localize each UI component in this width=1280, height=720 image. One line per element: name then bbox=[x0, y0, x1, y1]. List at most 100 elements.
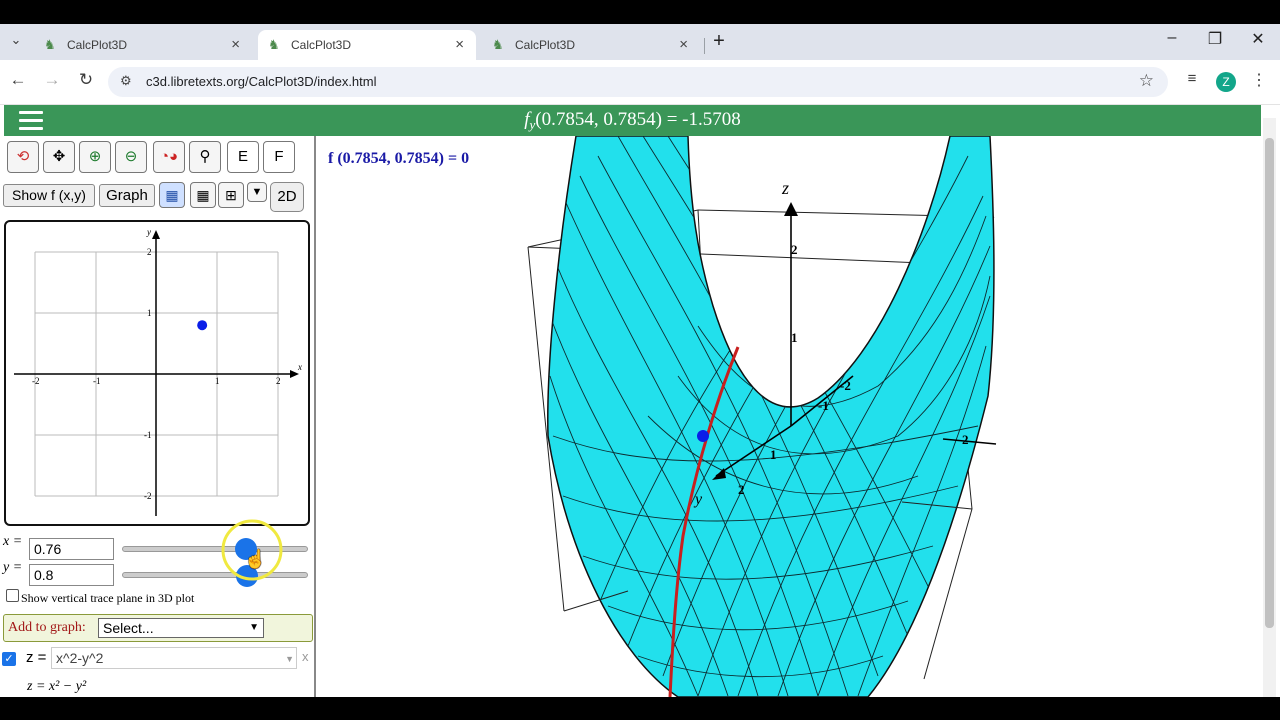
y-tick-label: -2 bbox=[144, 491, 152, 501]
remove-surface-button[interactable]: x bbox=[302, 649, 309, 664]
add-to-graph-select[interactable]: Select... ▼ bbox=[98, 618, 264, 638]
close-window-button[interactable]: ✕ bbox=[1243, 29, 1273, 49]
profile-avatar[interactable]: Z bbox=[1216, 72, 1236, 92]
restore-button[interactable]: ❐ bbox=[1200, 29, 1230, 49]
new-tab-button[interactable]: + bbox=[704, 30, 734, 53]
minimize-button[interactable]: – bbox=[1157, 29, 1187, 47]
magnifier-icon[interactable]: ⚲ bbox=[189, 141, 221, 173]
surface-plot-svg[interactable]: z 2 1 y 1 2 -1 -2 2 bbox=[318, 136, 1262, 697]
surface-formula-display: z = x² − y² bbox=[27, 679, 87, 694]
e-button[interactable]: E bbox=[227, 141, 259, 173]
x-tick-label: -1 bbox=[93, 376, 101, 386]
reload-icon[interactable]: ↻ bbox=[74, 70, 98, 90]
function-value-readout: f (0.7854, 0.7854) = 0 bbox=[328, 150, 470, 167]
address-bar[interactable]: ⚙ c3d.libretexts.org/CalcPlot3D/index.ht… bbox=[108, 67, 1168, 97]
calcplot-favicon-icon: ♞ bbox=[492, 37, 504, 52]
x-tick-label: -2 bbox=[840, 378, 851, 393]
y-tick-label: 2 bbox=[147, 247, 152, 257]
tab-2-active[interactable]: ♞ CalcPlot3D × bbox=[258, 30, 476, 60]
y-tick-label: 1 bbox=[770, 447, 777, 462]
plot-3d-canvas[interactable]: f (0.7854, 0.7854) = 0 z 2 1 y 1 2 -1 -2… bbox=[318, 136, 1262, 697]
tab-search-chevron-icon[interactable]: ⌄ bbox=[4, 32, 28, 48]
saddle-surface[interactable] bbox=[547, 136, 995, 697]
browser-window: ⌄ ♞ CalcPlot3D × ♞ CalcPlot3D × ♞ CalcPl… bbox=[0, 24, 1280, 697]
calcplot3d-page: fy(0.7854, 0.7854) = -1.5708 ⟲ ✥ ⊕ ⊖ ◔◕ … bbox=[0, 105, 1280, 697]
surface-expression-value: x^2-y^2 bbox=[56, 650, 104, 666]
3d-glasses-icon[interactable]: ◔◕ bbox=[153, 141, 185, 173]
reset-view-icon[interactable]: ⟲ bbox=[7, 141, 39, 173]
x-tick-label: 2 bbox=[962, 432, 969, 447]
y-tick-label: 2 bbox=[738, 482, 745, 497]
2d-mode-button[interactable]: 2D bbox=[270, 182, 304, 212]
calcplot-favicon-icon: ♞ bbox=[268, 37, 280, 52]
z-axis-arrow-icon bbox=[784, 202, 798, 216]
x-tick-label: 1 bbox=[215, 376, 220, 386]
grid-dropdown-icon[interactable]: ▼ bbox=[247, 182, 267, 202]
browser-toolbar: ← → ↻ ⚙ c3d.libretexts.org/CalcPlot3D/in… bbox=[0, 60, 1280, 105]
show-fxy-button[interactable]: Show f (x,y) bbox=[3, 184, 95, 207]
z-tick-label: 2 bbox=[791, 242, 798, 257]
forward-arrow-icon[interactable]: → bbox=[40, 70, 64, 90]
add-to-graph-label: Add to graph: bbox=[8, 620, 86, 635]
tab-close-icon[interactable]: × bbox=[455, 36, 464, 53]
app-header-bar: fy(0.7854, 0.7854) = -1.5708 bbox=[4, 105, 1261, 136]
url-text[interactable]: c3d.libretexts.org/CalcPlot3D/index.html bbox=[146, 74, 377, 89]
f-button[interactable]: F bbox=[263, 141, 295, 173]
x-tick-label: 2 bbox=[276, 376, 281, 386]
site-info-icon[interactable]: ⚙ bbox=[120, 73, 132, 89]
tab-1[interactable]: ♞ CalcPlot3D × bbox=[34, 30, 252, 60]
grid-lines-icon[interactable]: ▦ bbox=[190, 182, 216, 208]
trace-plane-checkbox[interactable] bbox=[6, 589, 19, 602]
domain-grid-svg[interactable]: x y -2 -1 1 2 2 1 -1 -2 bbox=[6, 222, 308, 524]
expression-dropdown-icon[interactable]: ▼ bbox=[285, 649, 294, 669]
tab-3[interactable]: ♞ CalcPlot3D × bbox=[482, 30, 700, 60]
trace-plane-label: Show vertical trace plane in 3D plot bbox=[21, 591, 195, 605]
tab-title: CalcPlot3D bbox=[291, 38, 352, 52]
domain-point[interactable] bbox=[197, 320, 208, 331]
x-input-label: x = bbox=[3, 534, 23, 549]
add-to-graph-row: Add to graph: Select... ▼ bbox=[3, 614, 313, 642]
tab-strip: ⌄ ♞ CalcPlot3D × ♞ CalcPlot3D × ♞ CalcPl… bbox=[0, 24, 1280, 60]
grid-dots-icon[interactable]: ▦ bbox=[159, 182, 185, 208]
calcplot-favicon-icon: ♞ bbox=[44, 37, 56, 52]
zoom-out-icon[interactable]: ⊖ bbox=[115, 141, 147, 173]
fy-value: (0.7854, 0.7854) = -1.5708 bbox=[535, 109, 741, 130]
back-arrow-icon[interactable]: ← bbox=[6, 70, 30, 90]
page-scrollbar[interactable] bbox=[1263, 118, 1276, 697]
zoom-in-icon[interactable]: ⊕ bbox=[79, 141, 111, 173]
tab-title: CalcPlot3D bbox=[515, 38, 576, 52]
surface-z-label: z = bbox=[26, 649, 47, 666]
menu-dots-icon[interactable]: ⋮ bbox=[1247, 70, 1271, 90]
x-tick-label: -1 bbox=[818, 398, 829, 413]
surface-point[interactable] bbox=[697, 430, 709, 442]
add-to-graph-selected: Select... bbox=[103, 620, 154, 636]
tab-title: CalcPlot3D bbox=[67, 38, 128, 52]
x-tick-label: -2 bbox=[32, 376, 40, 386]
select-chevron-icon: ▼ bbox=[249, 622, 259, 633]
y-axis-label: y bbox=[146, 227, 151, 237]
scrollbar-thumb[interactable] bbox=[1265, 138, 1274, 628]
tab-close-icon[interactable]: × bbox=[679, 36, 688, 53]
domain-2d-plot[interactable]: x y -2 -1 1 2 2 1 -1 -2 bbox=[4, 220, 310, 526]
bookmark-star-icon[interactable]: ☆ bbox=[1139, 71, 1154, 91]
graph-button[interactable]: Graph bbox=[99, 184, 155, 207]
x-value-input[interactable]: 0.76 bbox=[29, 538, 114, 560]
y-axis-3d-label: y bbox=[693, 491, 703, 508]
partial-derivative-title: fy(0.7854, 0.7854) = -1.5708 bbox=[4, 109, 1261, 133]
grid-arrow-icon[interactable]: ⊞ bbox=[218, 182, 244, 208]
media-queue-icon[interactable]: ≡ bbox=[1180, 70, 1204, 87]
rotate-tool-icon[interactable]: ✥ bbox=[43, 141, 75, 173]
y-input-label: y = bbox=[3, 560, 23, 575]
y-axis-arrow-icon bbox=[152, 230, 160, 239]
z-tick-label: 1 bbox=[791, 330, 798, 345]
tab-close-icon[interactable]: × bbox=[231, 36, 240, 53]
hand-cursor-icon: ☝ bbox=[244, 549, 267, 569]
surface-expression-input[interactable]: x^2-y^2 ▼ bbox=[51, 647, 297, 669]
z-axis-label: z bbox=[781, 178, 789, 198]
y-value-input[interactable]: 0.8 bbox=[29, 564, 114, 586]
left-control-panel: ⟲ ✥ ⊕ ⊖ ◔◕ ⚲ E F Show f (x,y) Graph ▦ ▦ … bbox=[0, 136, 316, 697]
y-tick-label: 1 bbox=[147, 308, 152, 318]
y-tick-label: -1 bbox=[144, 430, 152, 440]
surface-enabled-checkbox[interactable]: ✓ bbox=[2, 652, 16, 666]
x-axis-label: x bbox=[297, 362, 302, 372]
